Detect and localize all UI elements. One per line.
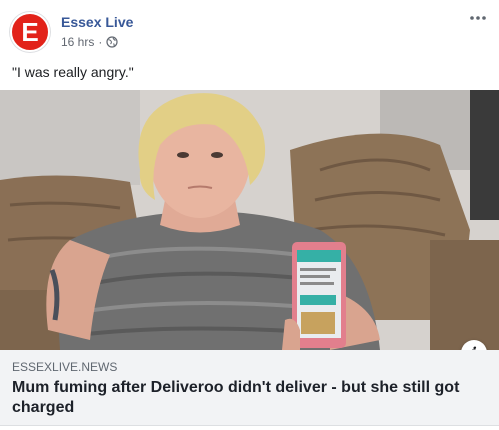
post-message: "I was really angry." [12, 64, 134, 80]
link-title[interactable]: Mum fuming after Deliveroo didn't delive… [12, 378, 482, 418]
ellipsis-icon[interactable] [466, 10, 490, 30]
page-name-link[interactable]: Essex Live [61, 14, 133, 30]
facebook-post: E Essex Live 16 hrs · "I was really angr… [0, 0, 499, 430]
post-photo[interactable]: i [0, 90, 499, 350]
post-timestamp[interactable]: 16 hrs [61, 35, 94, 49]
post-header: E Essex Live 16 hrs · [10, 10, 490, 54]
globe-icon[interactable] [106, 36, 118, 48]
link-preview[interactable]: ESSEXLIVE.NEWS Mum fuming after Delivero… [0, 350, 499, 426]
meta-separator: · [98, 35, 103, 49]
avatar-logo-letter: E [21, 17, 39, 47]
link-domain: ESSEXLIVE.NEWS [12, 360, 118, 374]
post-meta: 16 hrs · [61, 35, 118, 49]
page-avatar[interactable]: E [10, 12, 50, 52]
